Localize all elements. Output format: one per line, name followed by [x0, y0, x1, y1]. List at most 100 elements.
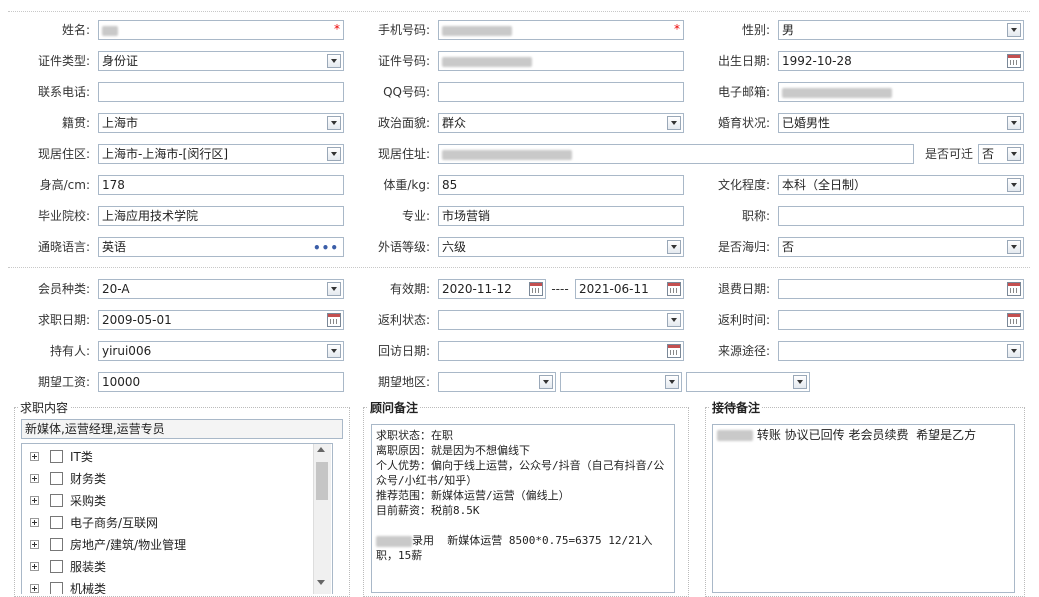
chevron-down-icon[interactable]	[667, 240, 681, 254]
valid-start-field[interactable]: 2020-11-12	[438, 279, 546, 299]
name-field[interactable]: *	[98, 20, 344, 40]
language-label: 通晓语言:	[37, 240, 90, 254]
id-number-field[interactable]	[438, 51, 684, 71]
school-field[interactable]: 上海应用技术学院	[98, 206, 344, 226]
consultant-notes-textarea[interactable]: 求职状态：在职 离职原因：就是因为不想偏线下 个人优势：偏向于线上运营，公众号/…	[371, 424, 675, 593]
can-relocate-select[interactable]: 否	[978, 144, 1024, 164]
rebate-time-field[interactable]	[778, 310, 1024, 330]
holder-label: 持有人:	[49, 344, 90, 358]
more-icon[interactable]: •••	[313, 239, 339, 256]
calendar-icon[interactable]	[529, 282, 543, 296]
expected-area-province-select[interactable]	[438, 372, 556, 392]
calendar-icon[interactable]	[667, 282, 681, 296]
job-seek-date-field[interactable]: 2009-05-01	[98, 310, 344, 330]
major-field[interactable]: 市场营销	[438, 206, 684, 226]
calendar-icon[interactable]	[1007, 313, 1021, 327]
native-place-select[interactable]: 上海市	[98, 113, 344, 133]
holder-select[interactable]: yirui006	[98, 341, 344, 361]
source-select[interactable]	[778, 341, 1024, 361]
expand-icon[interactable]	[30, 518, 39, 527]
source-label: 来源途径:	[717, 344, 770, 358]
chevron-down-icon[interactable]	[667, 313, 681, 327]
chevron-down-icon[interactable]	[1007, 178, 1021, 192]
refund-date-field[interactable]	[778, 279, 1024, 299]
chevron-down-icon[interactable]	[1007, 147, 1021, 161]
gender-select[interactable]: 男	[778, 20, 1024, 40]
chevron-down-icon[interactable]	[665, 375, 679, 389]
checkbox[interactable]	[50, 560, 63, 573]
chevron-down-icon[interactable]	[1007, 240, 1021, 254]
rebate-status-select[interactable]	[438, 310, 684, 330]
expand-icon[interactable]	[30, 452, 39, 461]
job-category-tree[interactable]: IT类 财务类 采购类 电子商务/互联网 房地产/建筑/物业管理 服装类 机械类	[21, 443, 333, 594]
birth-date-field[interactable]: 1992-10-28	[778, 51, 1024, 71]
member-type-select[interactable]: 20-A	[98, 279, 344, 299]
id-type-label: 证件类型:	[37, 54, 90, 68]
redacted-mask	[442, 56, 532, 67]
chevron-down-icon[interactable]	[327, 116, 341, 130]
mobile-field[interactable]: *	[438, 20, 684, 40]
checkbox[interactable]	[50, 472, 63, 485]
expand-icon[interactable]	[30, 540, 39, 549]
chevron-down-icon[interactable]	[327, 344, 341, 358]
expand-icon[interactable]	[30, 496, 39, 505]
checkbox[interactable]	[50, 494, 63, 507]
chevron-down-icon[interactable]	[539, 375, 553, 389]
revisit-date-label: 回访日期:	[377, 344, 430, 358]
major-label: 专业:	[401, 209, 430, 223]
chevron-down-icon[interactable]	[327, 54, 341, 68]
marital-status-select[interactable]: 已婚男性	[778, 113, 1024, 133]
chevron-down-icon[interactable]	[327, 282, 341, 296]
valid-end-field[interactable]: 2021-06-11	[575, 279, 684, 299]
job-title-field[interactable]	[778, 206, 1024, 226]
language-level-label: 外语等级:	[377, 240, 430, 254]
chevron-down-icon[interactable]	[793, 375, 807, 389]
expected-area-district-select[interactable]	[686, 372, 810, 392]
email-field[interactable]	[778, 82, 1024, 102]
chevron-down-icon[interactable]	[1007, 23, 1021, 37]
chevron-down-icon[interactable]	[1007, 344, 1021, 358]
weight-field[interactable]: 85	[438, 175, 684, 195]
current-address-label: 现居住址:	[377, 147, 430, 161]
expand-icon[interactable]	[30, 584, 39, 593]
redacted-mask	[442, 25, 512, 36]
calendar-icon[interactable]	[667, 344, 681, 358]
chevron-down-icon[interactable]	[327, 147, 341, 161]
checkbox[interactable]	[50, 582, 63, 594]
checkbox[interactable]	[50, 450, 63, 463]
contact-phone-field[interactable]	[98, 82, 344, 102]
chevron-down-icon[interactable]	[667, 116, 681, 130]
email-label: 电子邮箱:	[717, 85, 770, 99]
section-divider	[8, 267, 1030, 268]
checkbox[interactable]	[50, 516, 63, 529]
chevron-down-icon[interactable]	[1007, 116, 1021, 130]
calendar-icon[interactable]	[327, 313, 341, 327]
id-type-select[interactable]: 身份证	[98, 51, 344, 71]
language-field[interactable]: 英语 •••	[98, 237, 344, 257]
scroll-up-icon[interactable]	[317, 447, 325, 452]
revisit-date-field[interactable]	[438, 341, 684, 361]
tree-scrollbar[interactable]	[313, 444, 331, 594]
political-status-select[interactable]: 群众	[438, 113, 684, 133]
reception-notes-title: 接待备注	[710, 399, 763, 416]
scroll-down-icon[interactable]	[317, 580, 325, 585]
expand-icon[interactable]	[30, 474, 39, 483]
weight-label: 体重/kg:	[383, 178, 430, 192]
checkbox[interactable]	[50, 538, 63, 551]
overseas-returnee-label: 是否海归:	[717, 240, 770, 254]
calendar-icon[interactable]	[1007, 54, 1021, 68]
scroll-thumb[interactable]	[316, 462, 328, 500]
redacted-mask	[102, 25, 118, 36]
expected-salary-field[interactable]: 10000	[98, 372, 344, 392]
expected-area-city-select[interactable]	[560, 372, 682, 392]
overseas-returnee-select[interactable]: 否	[778, 237, 1024, 257]
current-address-field[interactable]	[438, 144, 914, 164]
expand-icon[interactable]	[30, 562, 39, 571]
current-area-select[interactable]: 上海市-上海市-[闵行区]	[98, 144, 344, 164]
reception-notes-textarea[interactable]: 转账 协议已回传 老会员续费 希望是乙方	[712, 424, 1015, 593]
language-level-select[interactable]: 六级	[438, 237, 684, 257]
height-field[interactable]: 178	[98, 175, 344, 195]
education-select[interactable]: 本科（全日制）	[778, 175, 1024, 195]
calendar-icon[interactable]	[1007, 282, 1021, 296]
qq-field[interactable]	[438, 82, 684, 102]
